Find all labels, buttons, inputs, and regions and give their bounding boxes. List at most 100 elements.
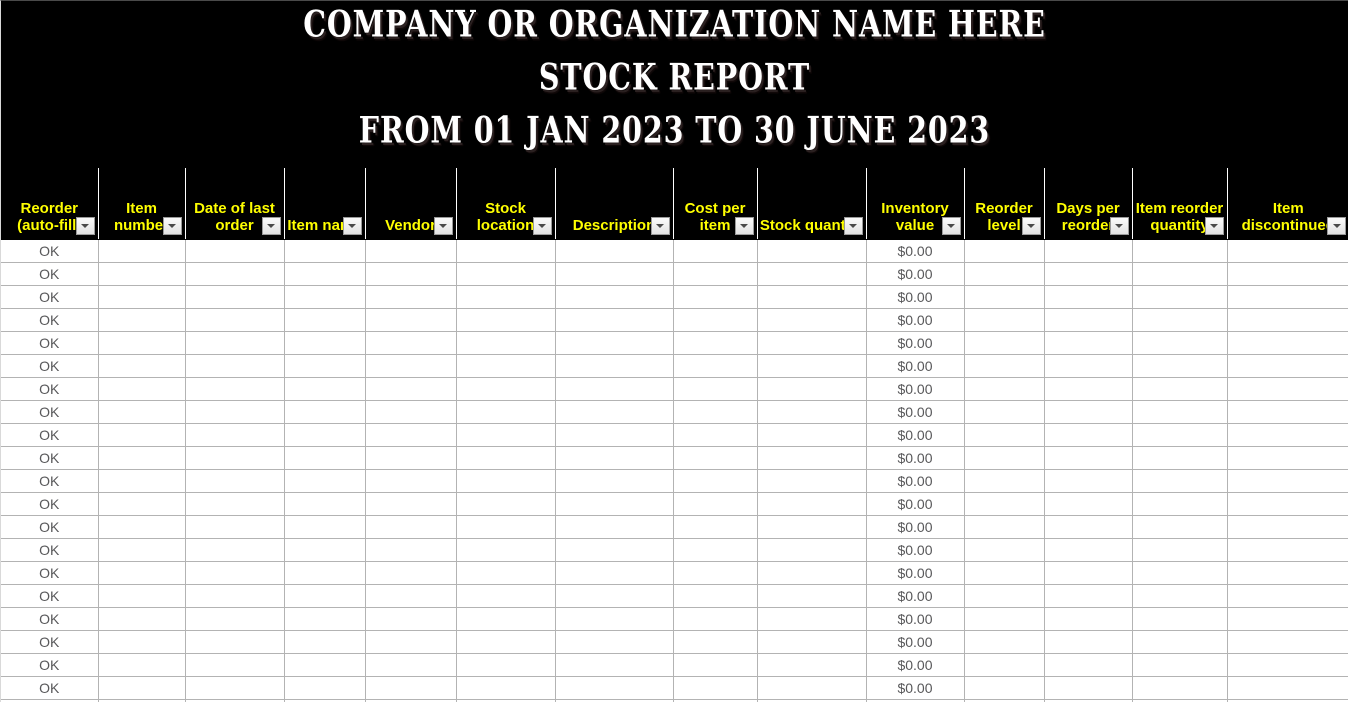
cell-inv_value[interactable]: $0.00 (866, 538, 965, 562)
cell-cost_per_item[interactable] (673, 331, 758, 355)
cell-inv_value[interactable]: $0.00 (866, 561, 965, 585)
table-row[interactable]: OK $0.00 (1, 561, 1348, 585)
cell-days_reorder[interactable] (1044, 262, 1133, 286)
cell-last_order[interactable] (185, 515, 285, 539)
cell-description[interactable] (555, 492, 674, 516)
cell-stock_qty[interactable] (757, 285, 867, 309)
cell-stock_location[interactable] (456, 515, 556, 539)
cell-inv_value[interactable]: $0.00 (866, 515, 965, 539)
cell-cost_per_item[interactable] (673, 630, 758, 654)
column-header-description[interactable]: Description (555, 168, 674, 240)
filter-dropdown-discontinued[interactable] (1327, 217, 1346, 235)
cell-item_name[interactable] (284, 584, 366, 608)
cell-reorder_qty[interactable] (1132, 653, 1228, 677)
table-row[interactable]: OK $0.00 (1, 630, 1348, 654)
cell-reorder_level[interactable] (964, 561, 1045, 585)
cell-item_name[interactable] (284, 446, 366, 470)
cell-discontinued[interactable] (1227, 584, 1348, 608)
cell-stock_location[interactable] (456, 331, 556, 355)
cell-stock_qty[interactable] (757, 538, 867, 562)
cell-vendor[interactable] (365, 262, 457, 286)
filter-dropdown-reorder_qty[interactable] (1204, 217, 1224, 235)
cell-description[interactable] (555, 285, 674, 309)
cell-item_name[interactable] (284, 308, 366, 332)
cell-description[interactable] (555, 354, 674, 378)
cell-cost_per_item[interactable] (673, 538, 758, 562)
cell-discontinued[interactable] (1227, 653, 1348, 677)
cell-days_reorder[interactable] (1044, 423, 1133, 447)
cell-reorder_level[interactable] (964, 262, 1045, 286)
cell-reorder_qty[interactable] (1132, 584, 1228, 608)
cell-days_reorder[interactable] (1044, 239, 1133, 263)
cell-description[interactable] (555, 262, 674, 286)
cell-inv_value[interactable]: $0.00 (866, 400, 965, 424)
cell-vendor[interactable] (365, 630, 457, 654)
cell-description[interactable] (555, 676, 674, 700)
cell-stock_qty[interactable] (757, 492, 867, 516)
cell-description[interactable] (555, 377, 674, 401)
filter-dropdown-item_number[interactable] (162, 217, 182, 235)
cell-days_reorder[interactable] (1044, 377, 1133, 401)
filter-dropdown-inv_value[interactable] (941, 217, 961, 235)
cell-vendor[interactable] (365, 676, 457, 700)
cell-item_name[interactable] (284, 423, 366, 447)
cell-reorder_qty[interactable] (1132, 676, 1228, 700)
cell-reorder_level[interactable] (964, 538, 1045, 562)
cell-description[interactable] (555, 653, 674, 677)
cell-reorder_level[interactable] (964, 469, 1045, 493)
cell-last_order[interactable] (185, 308, 285, 332)
cell-discontinued[interactable] (1227, 538, 1348, 562)
cell-item_number[interactable] (98, 308, 186, 332)
cell-item_name[interactable] (284, 285, 366, 309)
cell-discontinued[interactable] (1227, 492, 1348, 516)
cell-stock_qty[interactable] (757, 377, 867, 401)
cell-last_order[interactable] (185, 262, 285, 286)
cell-discontinued[interactable] (1227, 446, 1348, 470)
cell-item_number[interactable] (98, 607, 186, 631)
cell-vendor[interactable] (365, 492, 457, 516)
cell-reorder[interactable]: OK (1, 262, 99, 286)
cell-reorder[interactable]: OK (1, 492, 99, 516)
cell-stock_qty[interactable] (757, 607, 867, 631)
cell-stock_location[interactable] (456, 492, 556, 516)
cell-cost_per_item[interactable] (673, 653, 758, 677)
column-header-days_reorder[interactable]: Days per reorder (1044, 168, 1133, 240)
cell-item_name[interactable] (284, 561, 366, 585)
column-header-reorder[interactable]: Reorder (auto-fill) (1, 168, 99, 240)
cell-stock_location[interactable] (456, 538, 556, 562)
cell-vendor[interactable] (365, 423, 457, 447)
cell-vendor[interactable] (365, 331, 457, 355)
cell-item_number[interactable] (98, 239, 186, 263)
cell-cost_per_item[interactable] (673, 262, 758, 286)
cell-reorder_qty[interactable] (1132, 354, 1228, 378)
cell-description[interactable] (555, 308, 674, 332)
cell-last_order[interactable] (185, 377, 285, 401)
cell-inv_value[interactable]: $0.00 (866, 584, 965, 608)
cell-inv_value[interactable]: $0.00 (866, 630, 965, 654)
cell-days_reorder[interactable] (1044, 607, 1133, 631)
cell-item_name[interactable] (284, 538, 366, 562)
table-row[interactable]: OK $0.00 (1, 377, 1348, 401)
cell-description[interactable] (555, 239, 674, 263)
cell-item_number[interactable] (98, 285, 186, 309)
cell-stock_location[interactable] (456, 308, 556, 332)
cell-item_number[interactable] (98, 469, 186, 493)
cell-cost_per_item[interactable] (673, 469, 758, 493)
cell-stock_qty[interactable] (757, 423, 867, 447)
table-row[interactable]: OK $0.00 (1, 538, 1348, 562)
cell-vendor[interactable] (365, 354, 457, 378)
cell-vendor[interactable] (365, 538, 457, 562)
column-header-discontinued[interactable]: Item discontinued (1227, 168, 1348, 240)
cell-stock_qty[interactable] (757, 400, 867, 424)
cell-days_reorder[interactable] (1044, 492, 1133, 516)
filter-dropdown-last_order[interactable] (261, 217, 281, 235)
cell-reorder_qty[interactable] (1132, 423, 1228, 447)
table-row[interactable]: OK $0.00 (1, 446, 1348, 470)
cell-reorder[interactable]: OK (1, 630, 99, 654)
cell-inv_value[interactable]: $0.00 (866, 607, 965, 631)
filter-dropdown-vendor[interactable] (433, 217, 453, 235)
column-header-inv_value[interactable]: Inventory value (866, 168, 965, 240)
cell-item_number[interactable] (98, 354, 186, 378)
table-row[interactable]: OK $0.00 (1, 469, 1348, 493)
cell-reorder[interactable]: OK (1, 377, 99, 401)
